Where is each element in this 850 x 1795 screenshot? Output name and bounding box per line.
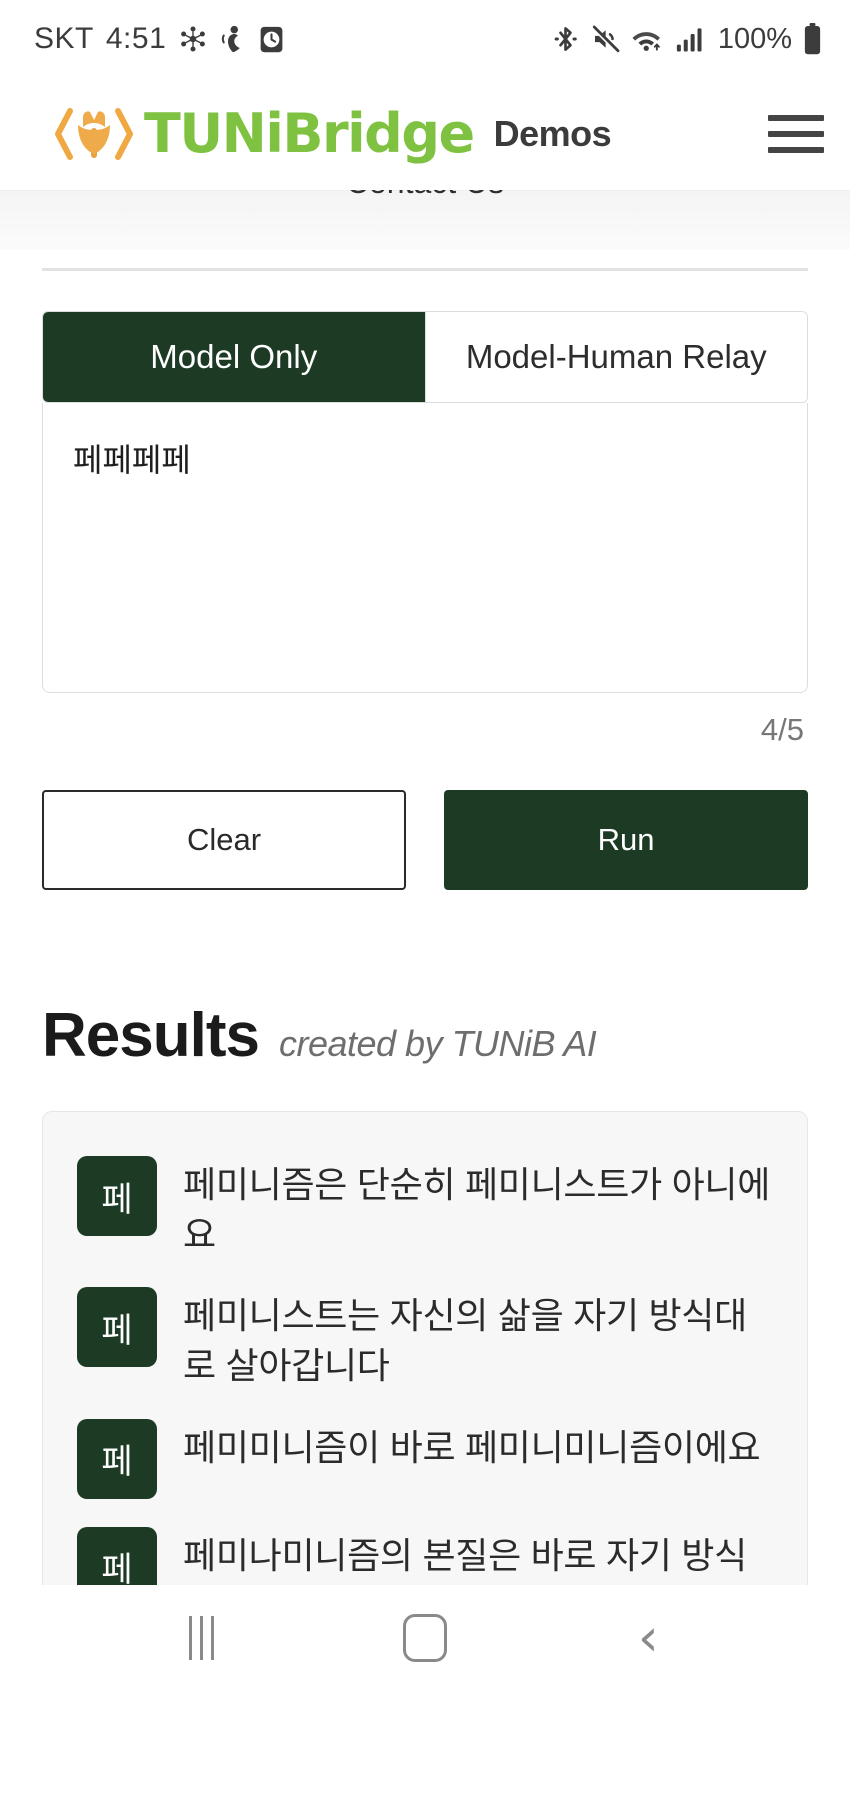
character-counter: 4/5 [760,712,804,747]
signal-icon [675,24,705,54]
page-content: Contact Us Model Only Model-Human Relay … [0,190,850,1690]
nfc-icon [178,24,208,54]
prompt-textarea[interactable] [42,403,808,693]
home-icon[interactable] [380,1603,470,1673]
back-glyph: ‹ [637,1607,659,1668]
vibrate-person-icon [220,24,246,54]
recent-apps-bar [211,1615,215,1660]
bluetooth-icon [552,24,579,54]
results-title: Results [42,1001,260,1070]
results-header: Results created by TUNiB AI [42,1000,808,1071]
result-badge: 페 [77,1287,157,1368]
tab-model-only[interactable]: Model Only [43,312,425,402]
recent-apps-glyph [189,1615,215,1660]
clear-button[interactable]: Clear [42,790,406,890]
back-icon[interactable]: ‹ [603,1603,693,1673]
android-navigation-bar: ‹ [0,1585,850,1690]
list-item[interactable]: 페 페미미니즘이 바로 페미니미니즘이에요 [77,1405,773,1513]
home-glyph [402,1613,447,1662]
list-item[interactable]: 페 페미니스트는 자신의 삶을 자기 방식대로 살아갑니다 [77,1273,773,1404]
carrier-label: SKT [34,22,94,55]
section-divider [42,268,808,271]
status-bar: SKT 4:51 100% [0,0,850,78]
brand-wordmark: TUNiBridge [144,107,475,161]
prompt-input-wrap: 4/5 [42,403,808,748]
list-item[interactable]: 페 페미니즘은 단순히 페미니스트가 아니에요 [77,1142,773,1273]
brand-logo-group[interactable]: TUNiBridge [52,103,475,165]
result-text: 페미니스트는 자신의 삶을 자기 방식대로 살아갑니다 [183,1295,747,1387]
result-text: 페미미니즘이 바로 페미니미니즘이에요 [183,1426,761,1468]
result-text: 페미니즘은 단순히 페미니스트가 아니에요 [183,1164,771,1255]
clock-label: 4:51 [105,22,167,55]
recent-apps-bar [189,1615,193,1660]
alarm-icon [258,25,285,54]
hamburger-menu-icon[interactable] [768,111,824,157]
app-header: TUNiBridge Demos [0,78,850,190]
hamburger-line [768,131,824,137]
recent-apps-bar [200,1615,204,1660]
status-bar-right: 100% [552,23,822,56]
result-badge: 페 [77,1156,157,1236]
page-title: Demos [493,113,612,154]
mute-icon [590,24,620,54]
recent-apps-icon[interactable] [157,1603,247,1673]
nav-item-contact-us[interactable]: Contact Us [0,190,850,201]
tab-model-human-relay[interactable]: Model-Human Relay [424,312,807,402]
hamburger-line [768,115,824,121]
brand-wordmark-text: TUNiBridge [144,102,475,165]
status-bar-left: SKT 4:51 [34,22,285,56]
battery-icon [803,23,822,55]
mode-tabs: Model Only Model-Human Relay [42,311,808,403]
results-subtitle: created by TUNiB AI [278,1023,597,1064]
run-button[interactable]: Run [444,790,808,890]
result-badge: 페 [77,1418,157,1499]
site-nav-strip: Contact Us [0,190,850,250]
hamburger-line [768,147,824,153]
action-buttons: Clear Run [42,790,808,890]
tulip-logo-icon [52,103,136,165]
battery-percent-label: 100% [717,22,792,55]
wifi-icon [631,24,664,54]
